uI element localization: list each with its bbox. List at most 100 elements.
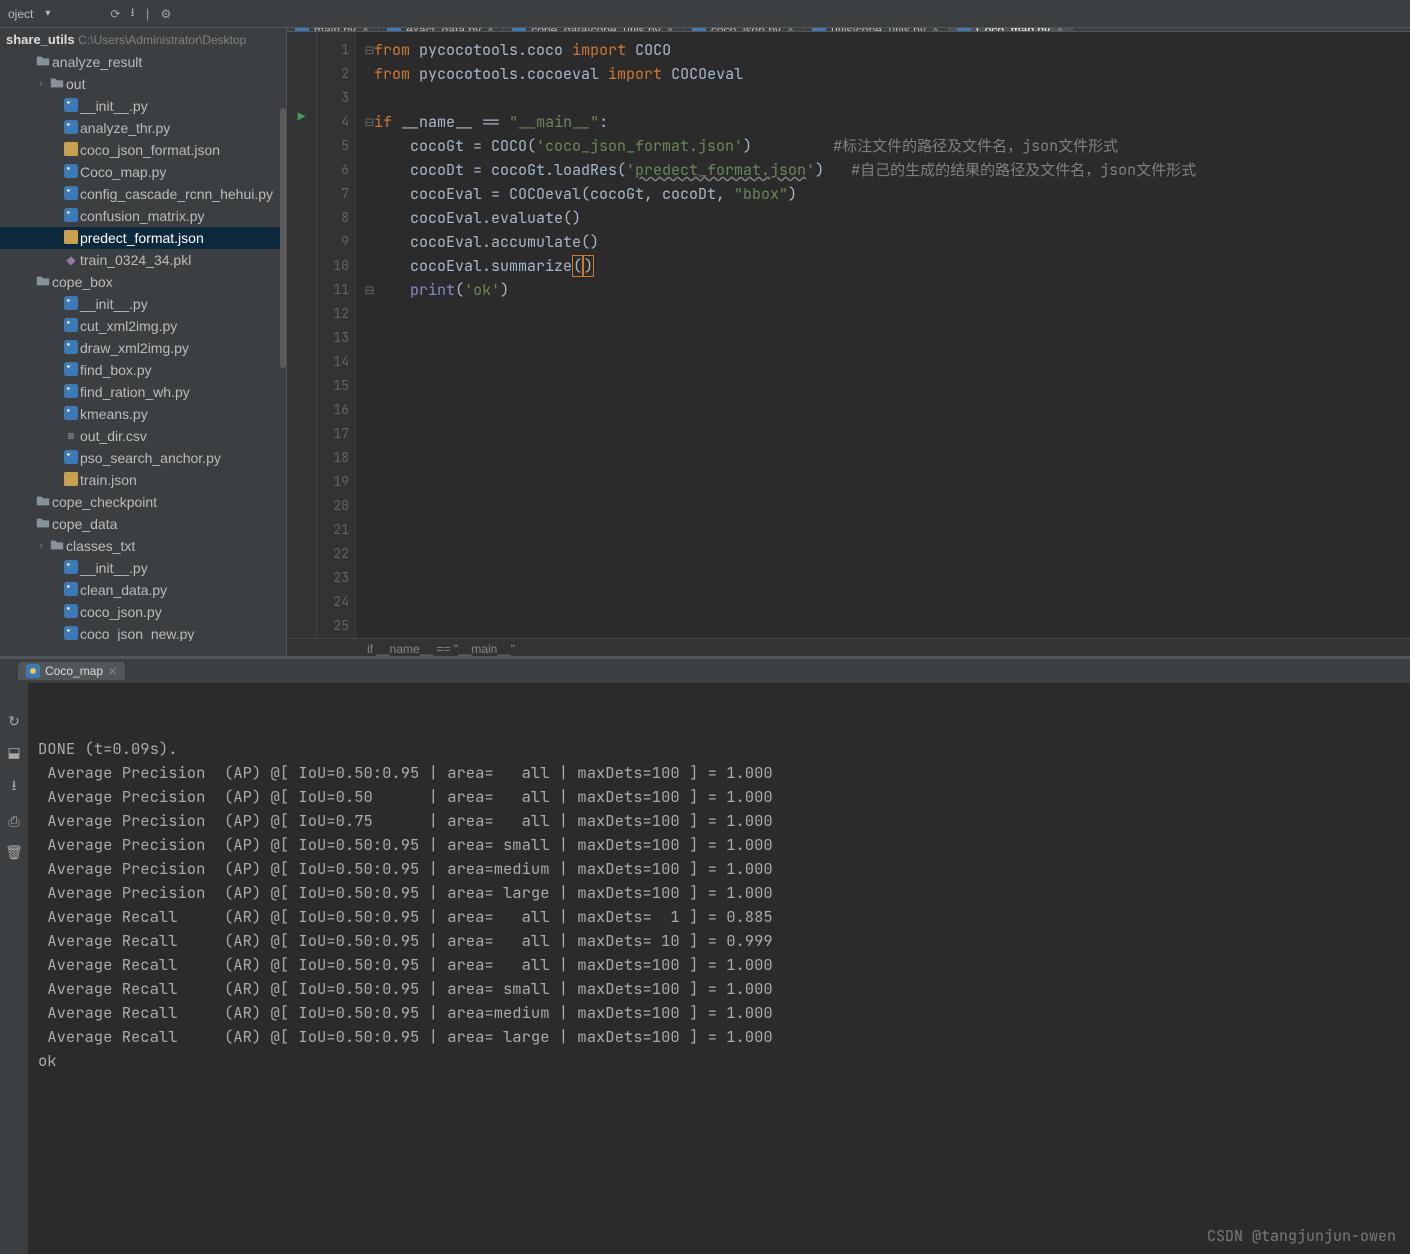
- py-icon: [62, 293, 80, 315]
- tree-item[interactable]: __init__.py: [0, 557, 286, 579]
- tree-item[interactable]: cut_xml2img.py: [0, 315, 286, 337]
- breadcrumb[interactable]: if __name__ == "__main__": [287, 638, 1410, 656]
- tree-item[interactable]: clean_data.py: [0, 579, 286, 601]
- divide-icon[interactable]: ∣: [145, 7, 151, 21]
- gear-icon[interactable]: ⚙: [161, 7, 172, 21]
- json-icon: [62, 469, 80, 491]
- tree-item[interactable]: predect_format.json: [0, 227, 286, 249]
- run-toolbar: ↻ ⬓ ⭳ ⎙ 🗑: [0, 683, 28, 1254]
- tree-item[interactable]: draw_xml2img.py: [0, 337, 286, 359]
- tree-item[interactable]: cope_box: [0, 271, 286, 293]
- tree-item-label: kmeans.py: [80, 403, 148, 425]
- project-root-path: C:\Users\Administrator\Desktop: [78, 33, 246, 47]
- console-line: Average Precision (AP) @[ IoU=0.75 | are…: [38, 809, 1410, 833]
- scrollbar-vertical[interactable]: [280, 108, 286, 368]
- tree-item[interactable]: cope_checkpoint: [0, 491, 286, 513]
- gutter-run-markers: ▶: [287, 32, 317, 638]
- folder-icon: [34, 491, 52, 513]
- console-line: DONE (t=0.09s).: [38, 737, 1410, 761]
- tree-item-label: train.json: [80, 469, 137, 491]
- tree-item[interactable]: kmeans.py: [0, 403, 286, 425]
- tree-item[interactable]: coco_json_format.json: [0, 139, 286, 161]
- toolbar: oject ▾ ⟳ ⭳ ∣ ⚙: [0, 0, 1410, 28]
- py-icon: [62, 381, 80, 403]
- console-line: Average Recall (AR) @[ IoU=0.50:0.95 | a…: [38, 1025, 1410, 1049]
- run-tab[interactable]: Coco_map ✕: [18, 662, 125, 680]
- console-line: Average Precision (AP) @[ IoU=0.50:0.95 …: [38, 881, 1410, 905]
- py-icon: [62, 117, 80, 139]
- tree-item-label: __init__.py: [80, 95, 148, 117]
- project-tree[interactable]: analyze_result›out__init__.pyanalyze_thr…: [0, 51, 286, 641]
- project-root[interactable]: share_utils C:\Users\Administrator\Deskt…: [0, 28, 286, 51]
- download-icon[interactable]: ⭳: [130, 3, 134, 24]
- console-output[interactable]: DONE (t=0.09s). Average Precision (AP) @…: [28, 683, 1410, 1254]
- folder-icon: [48, 535, 66, 557]
- py-icon: [62, 337, 80, 359]
- tree-item[interactable]: train.json: [0, 469, 286, 491]
- editor-tab[interactable]: exact_data.py✕: [379, 28, 504, 31]
- editor-tab[interactable]: cope_data\cope_utils.py✕: [504, 28, 684, 31]
- tree-item[interactable]: analyze_thr.py: [0, 117, 286, 139]
- stop-icon[interactable]: ⬓: [7, 744, 20, 761]
- py-icon: [62, 161, 80, 183]
- tree-item-label: classes_txt: [66, 535, 135, 557]
- tree-item[interactable]: ◆train_0324_34.pkl: [0, 249, 286, 271]
- tree-item-label: coco_json_new.py: [80, 623, 194, 641]
- tree-item[interactable]: coco_json_new.py: [0, 623, 286, 641]
- run-tab-label: Coco_map: [45, 664, 103, 678]
- tree-item[interactable]: Coco_map.py: [0, 161, 286, 183]
- tree-item[interactable]: confusion_matrix.py: [0, 205, 286, 227]
- line-number-gutter: 1234567891011121314151617181920212223242…: [317, 32, 357, 638]
- tree-item-label: draw_xml2img.py: [80, 337, 189, 359]
- tree-item-label: cope_data: [52, 513, 117, 535]
- tree-item-label: config_cascade_rcnn_hehui.py: [80, 183, 273, 205]
- print-icon[interactable]: ⎙: [8, 813, 19, 830]
- editor-tab[interactable]: Coco_map.py✕: [949, 28, 1073, 31]
- run-marker-icon[interactable]: ▶: [287, 108, 316, 125]
- tree-item-label: out: [66, 73, 85, 95]
- folder-icon: [34, 513, 52, 535]
- chevron-right-icon[interactable]: ›: [34, 535, 48, 557]
- editor-tab[interactable]: main.py✕: [287, 28, 379, 31]
- file-icon: ≡: [62, 425, 80, 447]
- tree-item-label: pso_search_anchor.py: [80, 447, 221, 469]
- tree-item[interactable]: cope_data: [0, 513, 286, 535]
- tree-item-label: cut_xml2img.py: [80, 315, 177, 337]
- tree-item[interactable]: find_ration_wh.py: [0, 381, 286, 403]
- tree-item[interactable]: › classes_txt: [0, 535, 286, 557]
- down-icon[interactable]: ⭳: [12, 775, 17, 799]
- tree-item[interactable]: pso_search_anchor.py: [0, 447, 286, 469]
- editor-tab[interactable]: utils\cope_utils.py✕: [804, 28, 949, 31]
- console-line: Average Recall (AR) @[ IoU=0.50:0.95 | a…: [38, 953, 1410, 977]
- tree-item-label: clean_data.py: [80, 579, 167, 601]
- chevron-right-icon[interactable]: ›: [34, 73, 48, 95]
- tree-item[interactable]: analyze_result: [0, 51, 286, 73]
- project-root-label: share_utils: [6, 32, 75, 47]
- close-icon[interactable]: ✕: [108, 665, 117, 678]
- folder-icon: [34, 271, 52, 293]
- tree-item[interactable]: › out: [0, 73, 286, 95]
- tree-item[interactable]: __init__.py: [0, 293, 286, 315]
- console-line: Average Precision (AP) @[ IoU=0.50 | are…: [38, 785, 1410, 809]
- tree-item[interactable]: coco_json.py: [0, 601, 286, 623]
- trash-icon[interactable]: 🗑: [5, 844, 23, 861]
- tree-item[interactable]: __init__.py: [0, 95, 286, 117]
- console-line: Average Precision (AP) @[ IoU=0.50:0.95 …: [38, 857, 1410, 881]
- tree-item[interactable]: ≡out_dir.csv: [0, 425, 286, 447]
- py-icon: [62, 579, 80, 601]
- tree-item-label: analyze_result: [52, 51, 142, 73]
- py-icon: [62, 601, 80, 623]
- tree-item-label: coco_json_format.json: [80, 139, 220, 161]
- code-editor[interactable]: ⊟from pycocotools.coco import COCO from …: [357, 32, 1410, 638]
- sync-icon[interactable]: ⟳: [110, 7, 120, 21]
- chevron-down-icon[interactable]: ▾: [45, 8, 50, 19]
- tree-item-label: __init__.py: [80, 293, 148, 315]
- py-icon: [62, 403, 80, 425]
- tree-item[interactable]: find_box.py: [0, 359, 286, 381]
- console-line: Average Recall (AR) @[ IoU=0.50:0.95 | a…: [38, 1001, 1410, 1025]
- tree-item-label: out_dir.csv: [80, 425, 147, 447]
- rerun-icon[interactable]: ↻: [8, 713, 20, 730]
- editor-tab[interactable]: coco_json.py✕: [684, 28, 804, 31]
- py-icon: [62, 183, 80, 205]
- tree-item[interactable]: config_cascade_rcnn_hehui.py: [0, 183, 286, 205]
